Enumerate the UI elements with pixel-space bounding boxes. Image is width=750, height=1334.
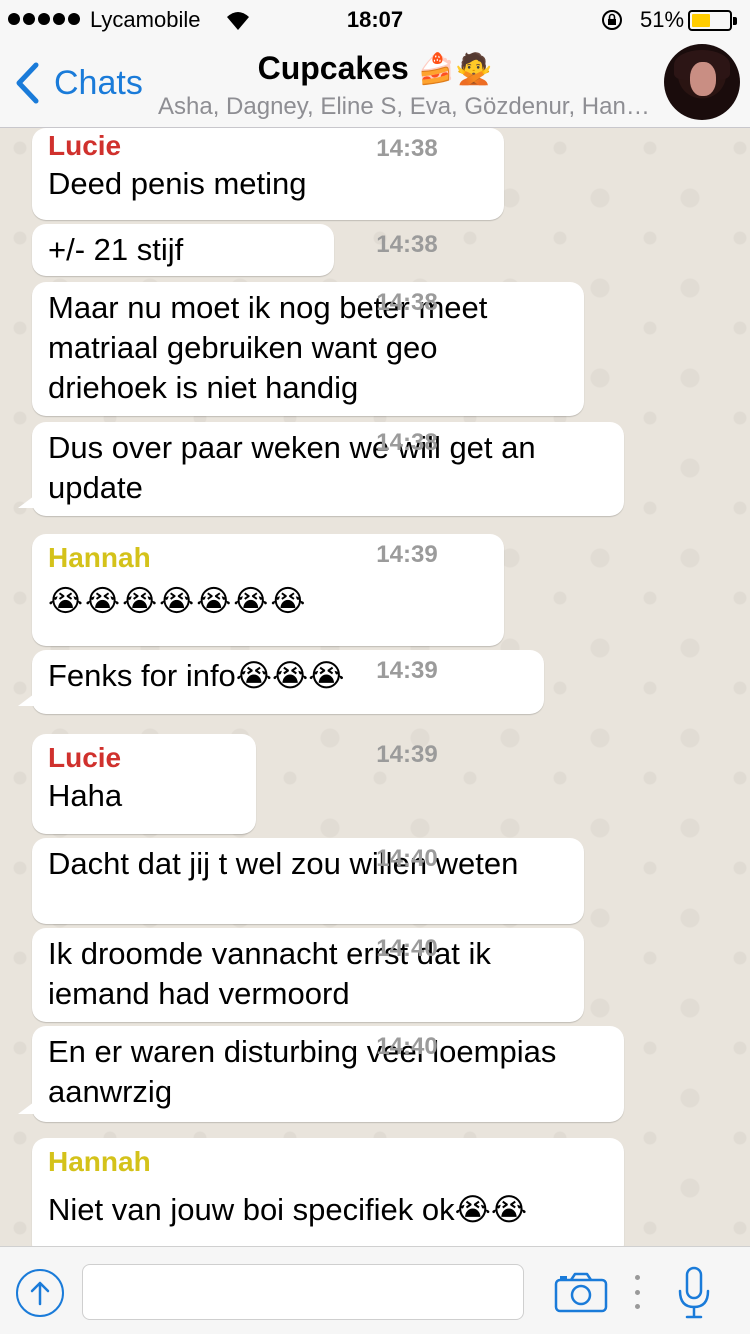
message-text: Niet van jouw boi specifiek ok😭😭 — [48, 1192, 528, 1227]
group-name: Cupcakes — [257, 50, 409, 86]
title-emoji: 🍰🙅 — [417, 53, 493, 86]
battery-icon — [688, 10, 737, 31]
message-time: 14:38 — [376, 231, 438, 258]
battery-percent: 51% — [640, 7, 685, 32]
message-bubble[interactable]: Dus over paar weken we will get an updat… — [18, 422, 624, 516]
camera-icon[interactable] — [554, 1271, 608, 1313]
sender-name: Hannah — [48, 1146, 151, 1177]
upload-arrow-icon — [30, 1281, 50, 1306]
message-list[interactable]: Lucie Deed penis meting 14:38 +/- 21 sti… — [0, 128, 750, 1246]
message-bubble[interactable]: Lucie Deed penis meting 14:38 — [32, 128, 504, 220]
more-options-icon[interactable] — [632, 1275, 642, 1309]
message-time: 14:38 — [376, 289, 438, 316]
message-bubble[interactable]: Maar nu moet ik nog beter meet matriaal … — [32, 282, 584, 416]
chat-title[interactable]: Cupcakes 🍰🙅 — [150, 50, 600, 87]
attach-button[interactable] — [16, 1269, 64, 1317]
message-time: 14:38 — [376, 135, 438, 162]
input-bar — [0, 1246, 750, 1334]
message-time: 14:40 — [376, 1033, 438, 1060]
rotation-lock-icon — [602, 10, 622, 30]
group-avatar[interactable] — [664, 44, 740, 120]
message-bubble[interactable]: Hannah Niet van jouw boi specifiek ok😭😭 — [32, 1138, 624, 1246]
message-time: 14:39 — [376, 741, 438, 768]
message-input[interactable] — [82, 1264, 524, 1320]
message-time: 14:39 — [376, 541, 438, 568]
back-label: Chats — [54, 63, 143, 102]
message-bubble[interactable]: Dacht dat jij t wel zou willen weten 14:… — [32, 838, 584, 924]
message-time: 14:40 — [376, 935, 438, 962]
message-time: 14:39 — [376, 657, 438, 684]
chevron-left-icon — [16, 62, 39, 104]
status-bar: Lycamobile 18:07 51% — [0, 0, 750, 40]
message-time: 14:38 — [376, 429, 438, 456]
microphone-icon[interactable] — [676, 1265, 712, 1321]
message-bubble[interactable]: Fenks for info😭😭😭 14:39 — [18, 650, 544, 714]
message-bubble[interactable]: En er waren disturbing veel loempias aan… — [18, 1026, 624, 1122]
message-bubble[interactable]: Hannah 😭😭😭😭😭😭😭 14:39 — [32, 534, 504, 646]
back-button[interactable]: Chats — [14, 62, 143, 104]
message-bubble[interactable]: Ik droomde vannacht errst dat ik iemand … — [32, 928, 584, 1022]
participants-list[interactable]: Asha, Dagney, Eline S, Eva, Gözdenur, Ha… — [150, 93, 660, 121]
message-time: 14:40 — [376, 845, 438, 872]
message-bubble[interactable]: Lucie Haha 14:39 — [32, 734, 438, 834]
chat-header: Lycamobile 18:07 51% Chats Cupcakes 🍰🙅 A… — [0, 0, 750, 128]
message-bubble[interactable]: +/- 21 stijf 14:38 — [32, 224, 438, 276]
clock: 18:07 — [346, 7, 404, 32]
